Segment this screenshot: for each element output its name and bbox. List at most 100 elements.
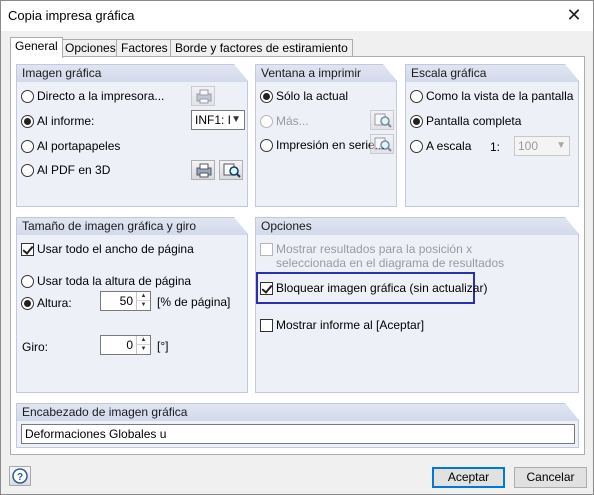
radio-indicator	[260, 115, 273, 128]
altura-unit: [% de página]	[157, 295, 231, 309]
radio-indicator	[21, 140, 34, 153]
chevron-down-icon: ▼	[556, 140, 566, 151]
window-title: Copia impresa gráfica	[8, 8, 135, 23]
radio-vista-pantalla[interactable]: Como la vista de la pantalla	[410, 89, 573, 103]
group-escala-grafica: Escala gráfica Como la vista de la panta…	[405, 64, 579, 207]
radio-pdf-3d[interactable]: Al PDF en 3D	[21, 163, 110, 177]
radio-al-informe[interactable]: Al informe:	[21, 114, 94, 128]
option-label: Usar toda la altura de página	[37, 274, 192, 288]
radio-indicator	[410, 90, 423, 103]
radio-directo-impresora[interactable]: Directo a la impresora...	[21, 89, 164, 103]
zoom-details-icon[interactable]	[219, 160, 243, 180]
group-header: Encabezado de imagen gráfica	[17, 403, 579, 421]
radio-indicator	[260, 139, 273, 152]
giro-value: 0	[126, 338, 133, 352]
stepper-buttons: ▲ ▼	[136, 336, 150, 354]
informe-select-value: INF1: I	[195, 113, 232, 127]
stepper-down-icon[interactable]: ▼	[137, 345, 150, 354]
radio-solo-actual[interactable]: Sólo la actual	[260, 89, 348, 103]
radio-indicator	[21, 164, 34, 177]
option-label: Usar todo el ancho de página	[37, 242, 194, 256]
option-label-continued: seleccionada en el diagrama de resultado…	[276, 256, 505, 270]
help-icon[interactable]: ?	[9, 466, 31, 486]
checkbox-indicator	[260, 282, 273, 295]
stepper-up-icon[interactable]: ▲	[137, 292, 150, 301]
scale-ratio-select[interactable]: 100 ▼	[514, 136, 570, 156]
accept-button[interactable]: Aceptar	[432, 467, 505, 488]
option-label: Al PDF en 3D	[37, 163, 111, 177]
group-header: Imagen gráfica	[17, 64, 248, 82]
tab-panel-general: Imagen gráfica Directo a la impresora...…	[10, 56, 585, 455]
option-label: Pantalla completa	[426, 114, 522, 128]
option-label: Al informe:	[37, 114, 95, 128]
option-label: Directo a la impresora...	[37, 89, 165, 103]
informe-select[interactable]: INF1: I ▼	[191, 110, 245, 130]
group-header: Ventana a imprimir	[256, 64, 397, 82]
radio-portapapeles[interactable]: Al portapapeles	[21, 139, 120, 153]
tab-factores[interactable]: Factores	[116, 39, 173, 57]
print-dialog: Copia impresa gráfica ✕ General Opciones…	[0, 0, 594, 495]
encabezado-input[interactable]: Deformaciones Globales u	[21, 424, 575, 444]
printer-settings-icon[interactable]	[191, 160, 215, 180]
scale-ratio-value: 100	[518, 139, 539, 153]
giro-stepper[interactable]: 0 ▲ ▼	[100, 335, 151, 355]
group-ventana-imprimir: Ventana a imprimir Sólo la actual Más...…	[255, 64, 397, 207]
radio-indicator	[21, 115, 34, 128]
giro-label: Giro:	[22, 340, 49, 354]
radio-pantalla-completa[interactable]: Pantalla completa	[410, 114, 521, 128]
checkbox-mostrar-resultados[interactable]: Mostrar resultados para la posición x	[260, 242, 472, 256]
group-imagen-grafica: Imagen gráfica Directo a la impresora...…	[16, 64, 248, 207]
checkbox-mostrar-informe[interactable]: Mostrar informe al [Aceptar]	[260, 318, 424, 332]
radio-indicator	[21, 275, 34, 288]
svg-text:?: ?	[17, 472, 23, 483]
radio-altura-pagina[interactable]: Usar toda la altura de página	[21, 274, 191, 288]
option-label: Mostrar informe al [Aceptar]	[276, 318, 425, 332]
stepper-buttons: ▲ ▼	[136, 292, 150, 310]
printer-settings-icon[interactable]	[191, 86, 215, 106]
close-icon[interactable]: ✕	[561, 4, 587, 26]
radio-indicator	[260, 90, 273, 103]
option-label: Como la vista de la pantalla	[426, 89, 574, 103]
tab-opciones[interactable]: Opciones	[60, 39, 121, 57]
option-label: Bloquear imagen gráfica (sin actualizar)	[276, 281, 488, 295]
stepper-up-icon[interactable]: ▲	[137, 336, 150, 345]
checkbox-indicator	[260, 243, 273, 256]
option-label: Mostrar resultados para la posición x	[276, 242, 473, 256]
radio-indicator	[21, 90, 34, 103]
group-tamano-giro: Tamaño de imagen gráfica y giro Usar tod…	[16, 217, 248, 393]
group-header: Tamaño de imagen gráfica y giro	[17, 217, 248, 235]
scale-ratio-label: 1:	[490, 140, 501, 154]
checkbox-ancho-pagina[interactable]: Usar todo el ancho de página	[21, 242, 194, 256]
option-label: Impresión en serie...	[276, 138, 385, 152]
zoom-details-icon[interactable]	[370, 110, 394, 130]
option-label: A escala	[426, 139, 472, 153]
group-encabezado: Encabezado de imagen gráfica Deformacion…	[16, 403, 579, 448]
title-bar: Copia impresa gráfica ✕	[1, 1, 593, 31]
stepper-down-icon[interactable]: ▼	[137, 301, 150, 310]
altura-stepper[interactable]: 50 ▲ ▼	[100, 291, 151, 311]
option-label: Sólo la actual	[276, 89, 349, 103]
altura-value: 50	[119, 294, 133, 308]
radio-impresion-serie[interactable]: Impresión en serie...	[260, 138, 385, 152]
group-header: Opciones	[256, 217, 579, 235]
checkbox-indicator	[260, 319, 273, 332]
cancel-button[interactable]: Cancelar	[514, 467, 587, 488]
option-label: Al portapapeles	[37, 139, 121, 153]
radio-mas[interactable]: Más...	[260, 114, 309, 128]
zoom-details-icon[interactable]	[370, 134, 394, 154]
giro-unit: [°]	[157, 339, 169, 353]
checkbox-bloquear-imagen[interactable]: Bloquear imagen gráfica (sin actualizar)	[260, 281, 487, 295]
radio-indicator	[410, 115, 423, 128]
option-label: Altura:	[37, 296, 72, 310]
checkbox-indicator	[21, 243, 34, 256]
option-label: Más...	[276, 114, 309, 128]
tab-borde[interactable]: Borde y factores de estiramiento	[170, 39, 353, 57]
chevron-down-icon: ▼	[231, 114, 241, 125]
tab-general[interactable]: General	[10, 37, 63, 58]
radio-altura[interactable]: Altura:	[21, 296, 72, 310]
radio-indicator	[410, 140, 423, 153]
group-header: Escala gráfica	[406, 64, 579, 82]
radio-indicator	[21, 297, 34, 310]
group-opciones: Opciones Mostrar resultados para la posi…	[255, 217, 579, 393]
radio-a-escala[interactable]: A escala	[410, 139, 471, 153]
